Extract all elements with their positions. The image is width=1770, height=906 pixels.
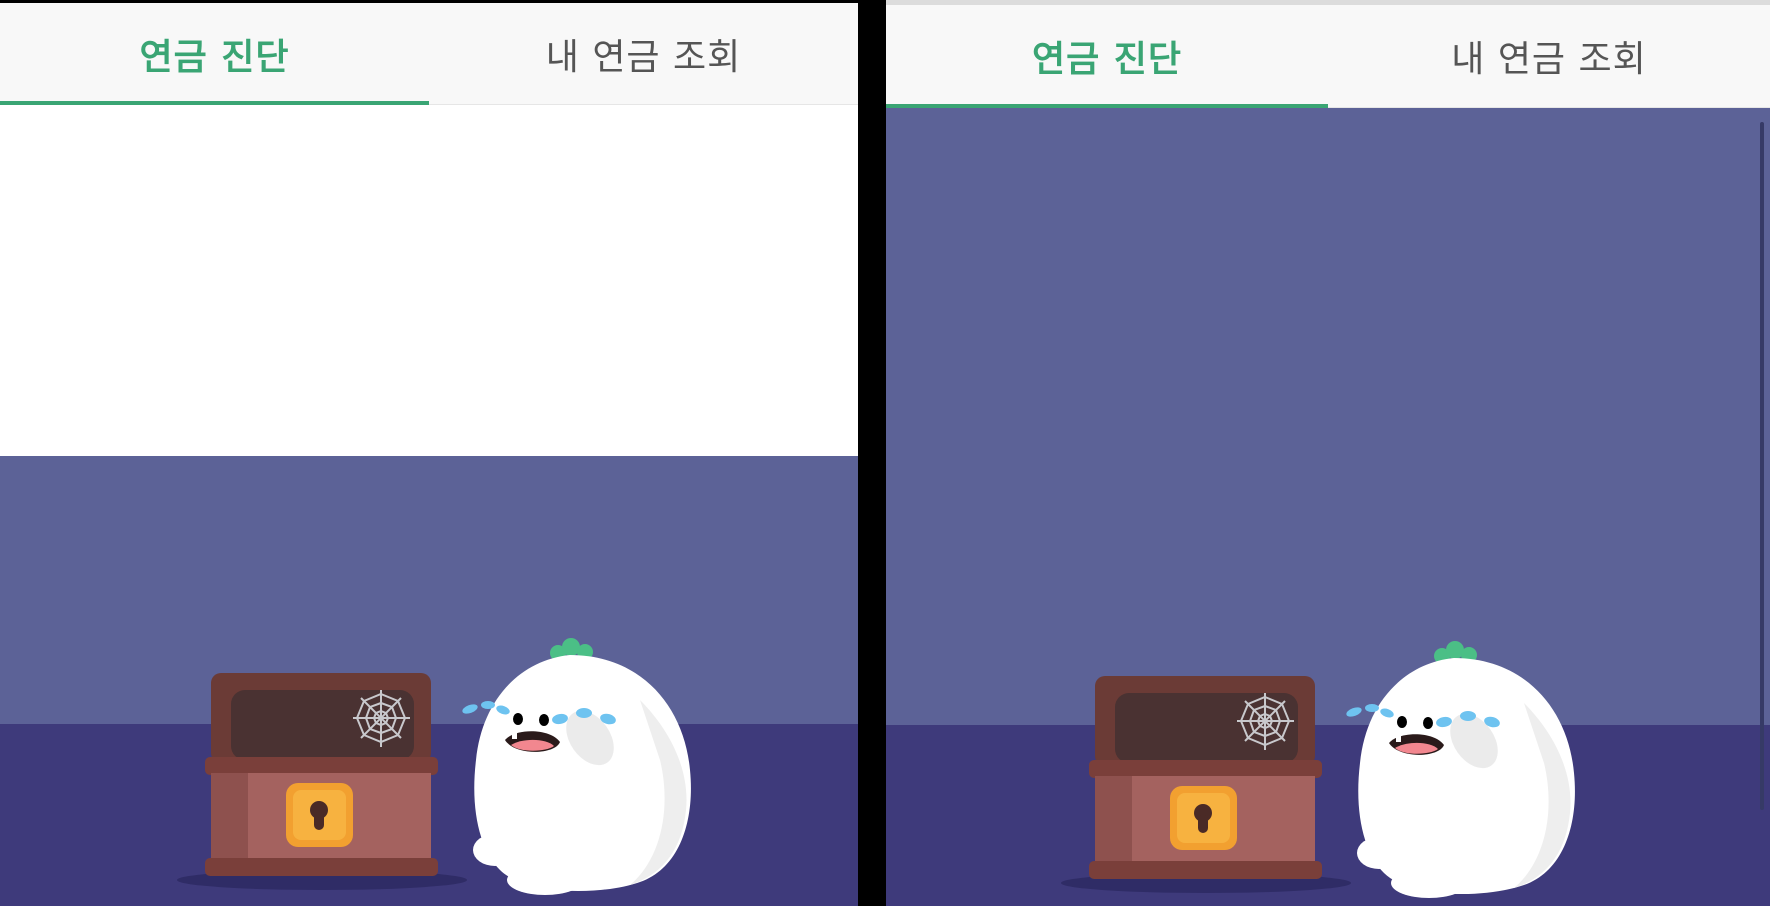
content-area — [0, 105, 858, 906]
scrollbar[interactable] — [1760, 122, 1764, 810]
illustration-floor — [886, 725, 1770, 906]
content-area — [886, 108, 1770, 906]
tab-my-pension-lookup[interactable]: 내 연금 조회 — [1328, 5, 1770, 107]
tab-pension-diagnosis[interactable]: 연금 진단 — [0, 3, 429, 105]
tab-bar: 연금 진단 내 연금 조회 — [0, 3, 858, 105]
left-screen: 연금 진단 내 연금 조회 — [0, 0, 858, 906]
illustration-floor — [0, 724, 858, 906]
illustration-wall — [0, 456, 858, 724]
tab-my-pension-lookup[interactable]: 내 연금 조회 — [429, 3, 858, 104]
right-screen: 연금 진단 내 연금 조회 — [886, 0, 1770, 906]
illustration-wall — [886, 108, 1770, 725]
tab-bar: 연금 진단 내 연금 조회 — [886, 5, 1770, 108]
blank-panel — [0, 105, 858, 456]
tab-pension-diagnosis[interactable]: 연금 진단 — [886, 5, 1328, 108]
